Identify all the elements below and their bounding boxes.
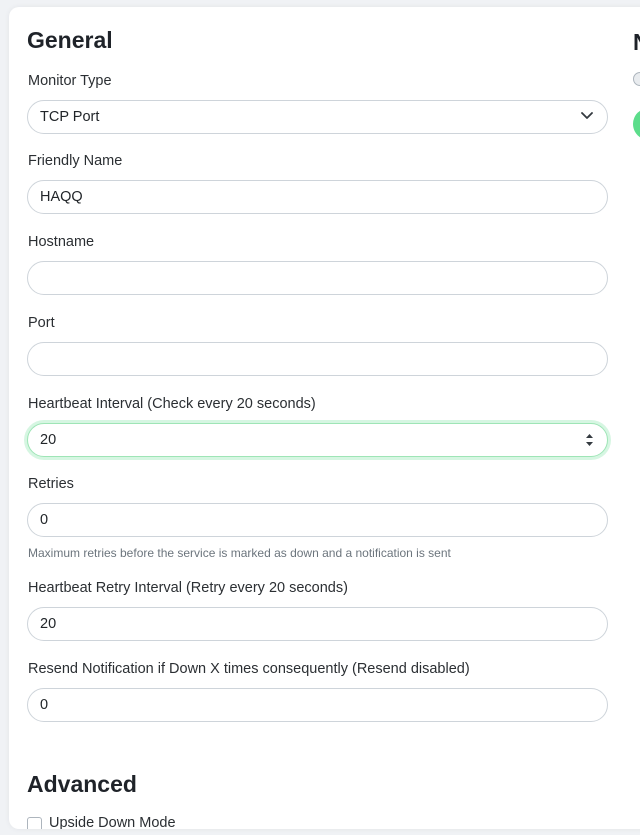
retries-hint: Maximum retries before the service is ma… — [28, 546, 451, 560]
port-input[interactable] — [27, 342, 608, 376]
resend-notification-input[interactable]: 0 — [27, 688, 608, 722]
retries-input[interactable]: 0 — [27, 503, 608, 537]
friendly-name-label: Friendly Name — [28, 153, 123, 169]
retries-label: Retries — [28, 476, 74, 492]
hostname-input[interactable] — [27, 261, 608, 295]
upside-down-label: Upside Down Mode — [49, 815, 176, 829]
heartbeat-interval-input[interactable]: 20 — [27, 423, 608, 457]
edit-monitor-card: General Monitor Type TCP Port Friendly N… — [9, 7, 640, 829]
advanced-heading: Advanced — [27, 771, 137, 797]
heartbeat-retry-interval-input[interactable]: 20 — [27, 607, 608, 641]
resend-notification-label: Resend Notification if Down X times cons… — [28, 661, 470, 677]
port-label: Port — [28, 315, 55, 331]
notifications-heading-partial: N — [633, 29, 640, 56]
friendly-name-input[interactable]: HAQQ — [27, 180, 608, 214]
monitor-type-value: TCP Port — [40, 109, 100, 125]
notification-toggle[interactable] — [633, 72, 640, 86]
hostname-label: Hostname — [28, 234, 95, 250]
monitor-type-select[interactable]: TCP Port — [27, 100, 608, 134]
setup-notification-button[interactable] — [633, 108, 640, 140]
heartbeat-interval-label: Heartbeat Interval (Check every 20 secon… — [28, 396, 316, 412]
number-spinner-icon[interactable] — [585, 432, 594, 448]
upside-down-checkbox[interactable] — [27, 817, 42, 829]
chevron-down-icon — [581, 112, 593, 119]
monitor-type-label: Monitor Type — [28, 73, 112, 89]
general-heading: General — [27, 27, 113, 53]
heartbeat-interval-value: 20 — [40, 432, 57, 448]
heartbeat-retry-interval-label: Heartbeat Retry Interval (Retry every 20… — [28, 580, 348, 596]
